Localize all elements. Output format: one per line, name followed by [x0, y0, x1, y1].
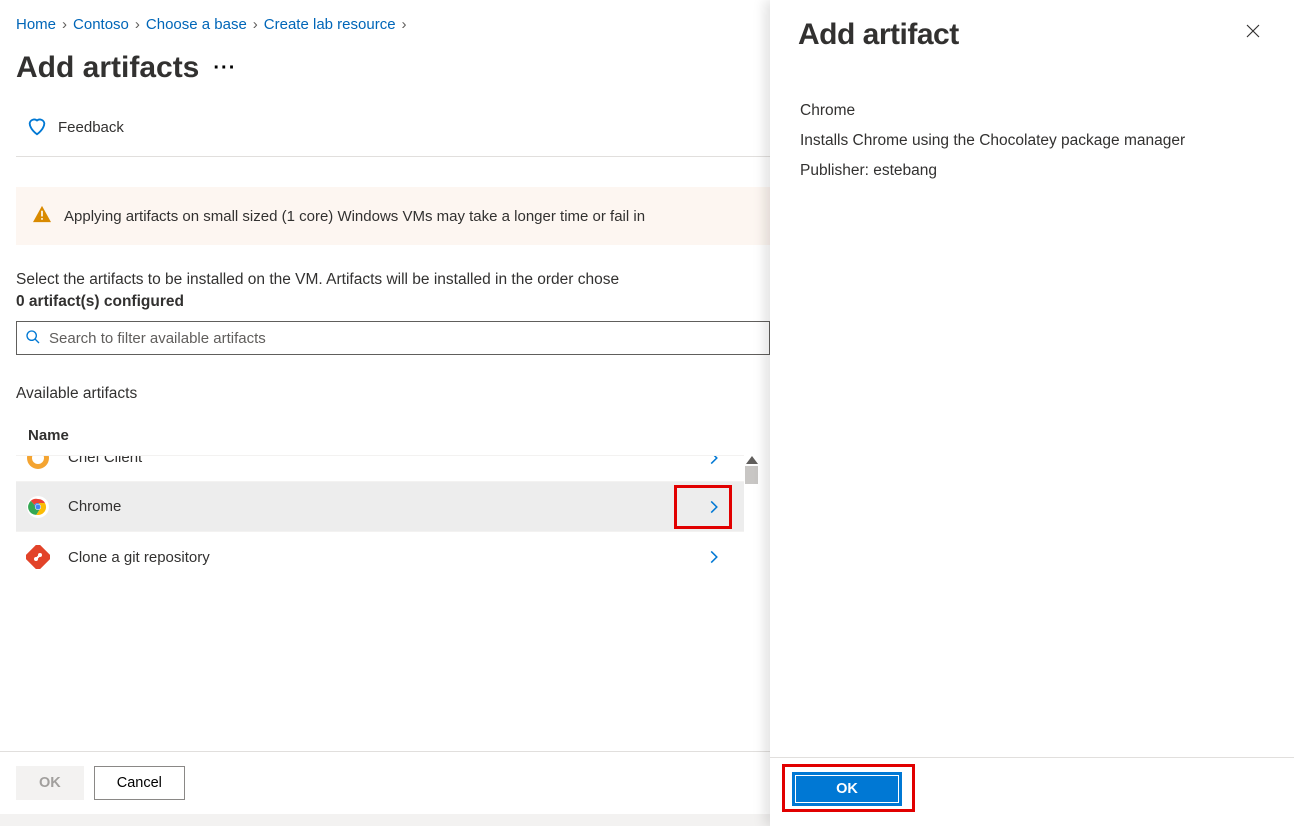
- artifact-row[interactable]: Chef Client: [16, 456, 744, 482]
- panel-ok-button[interactable]: OK: [792, 772, 902, 806]
- scroll-up-icon[interactable]: [746, 456, 758, 464]
- feedback-label: Feedback: [58, 119, 124, 136]
- artifact-detail-name: Chrome: [800, 102, 1264, 120]
- chevron-right-icon[interactable]: [694, 500, 734, 514]
- chevron-right-icon: ›: [62, 16, 67, 33]
- breadcrumb: Home › Contoso › Choose a base › Create …: [16, 16, 770, 49]
- warning-text: Applying artifacts on small sized (1 cor…: [64, 208, 645, 225]
- panel-title: Add artifact: [798, 18, 959, 52]
- artifact-name: Chrome: [68, 498, 694, 515]
- feedback-button[interactable]: Feedback: [16, 105, 770, 157]
- heart-icon: [26, 115, 48, 140]
- page-title-text: Add artifacts: [16, 51, 199, 85]
- artifact-list: Chef Client Chrome Clone a git repositor…: [16, 455, 744, 582]
- ok-button: OK: [16, 766, 84, 800]
- breadcrumb-contoso[interactable]: Contoso: [73, 16, 129, 33]
- search-input-container[interactable]: [16, 321, 770, 355]
- artifact-row[interactable]: Chrome: [16, 482, 744, 532]
- chef-icon: [26, 456, 50, 470]
- artifact-detail-description: Installs Chrome using the Chocolatey pac…: [800, 132, 1264, 150]
- close-button[interactable]: [1240, 18, 1266, 47]
- breadcrumb-create-lab[interactable]: Create lab resource: [264, 16, 396, 33]
- page-title: Add artifacts ···: [16, 51, 770, 85]
- git-icon: [26, 545, 50, 569]
- intro-text: Select the artifacts to be installed on …: [16, 271, 770, 289]
- breadcrumb-home[interactable]: Home: [16, 16, 56, 33]
- breadcrumb-choose-base[interactable]: Choose a base: [146, 16, 247, 33]
- search-input[interactable]: [47, 329, 761, 348]
- chevron-right-icon[interactable]: [694, 456, 734, 465]
- artifact-name: Chef Client: [68, 456, 694, 466]
- warning-banner: Applying artifacts on small sized (1 cor…: [16, 187, 770, 245]
- configured-count: 0 artifact(s) configured: [16, 293, 770, 311]
- bottom-strip: [0, 814, 770, 826]
- cancel-button[interactable]: Cancel: [94, 766, 185, 800]
- chrome-icon: [26, 495, 50, 519]
- chevron-right-icon: ›: [135, 16, 140, 33]
- add-artifact-panel: Add artifact Chrome Installs Chrome usin…: [770, 0, 1294, 826]
- warning-icon: [32, 205, 52, 227]
- chevron-right-icon: ›: [402, 16, 407, 33]
- available-artifacts-label: Available artifacts: [16, 385, 770, 403]
- footer-bar: OK Cancel: [0, 751, 770, 814]
- artifact-name: Clone a git repository: [68, 549, 694, 566]
- artifact-row[interactable]: Clone a git repository: [16, 532, 744, 582]
- name-column-header: Name: [16, 417, 770, 455]
- chevron-right-icon[interactable]: [694, 550, 734, 564]
- chevron-right-icon: ›: [253, 16, 258, 33]
- artifact-detail-publisher: Publisher: estebang: [800, 162, 1264, 180]
- scrollbar[interactable]: [745, 466, 758, 484]
- search-icon: [25, 329, 41, 348]
